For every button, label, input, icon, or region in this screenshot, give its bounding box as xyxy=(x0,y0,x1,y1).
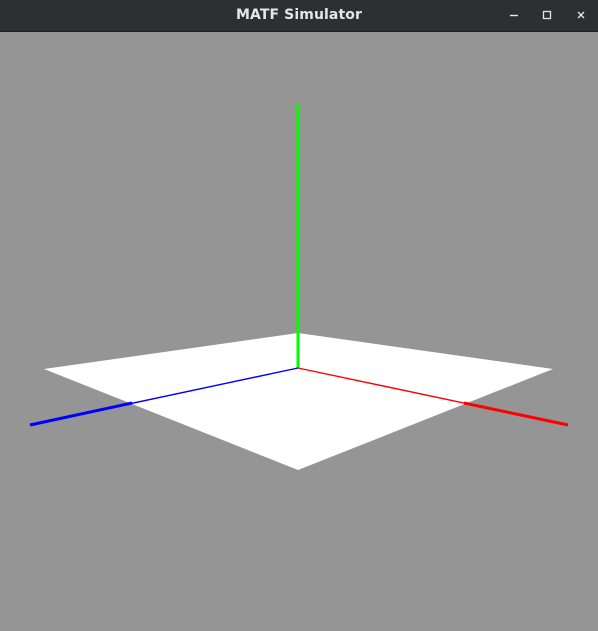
scene-canvas xyxy=(29,103,569,470)
z-axis-thick-segment xyxy=(29,401,133,427)
opengl-viewport[interactable] xyxy=(0,32,598,631)
maximize-icon xyxy=(542,10,552,20)
close-button[interactable] xyxy=(569,4,593,26)
minimize-button[interactable] xyxy=(502,4,526,26)
minimize-icon xyxy=(510,14,518,17)
x-axis-thick-segment xyxy=(463,401,569,427)
maximize-button[interactable] xyxy=(535,4,559,26)
close-icon xyxy=(577,11,585,19)
app-window: MATF Simulator xyxy=(0,0,598,631)
title-bar[interactable]: MATF Simulator xyxy=(0,0,598,32)
